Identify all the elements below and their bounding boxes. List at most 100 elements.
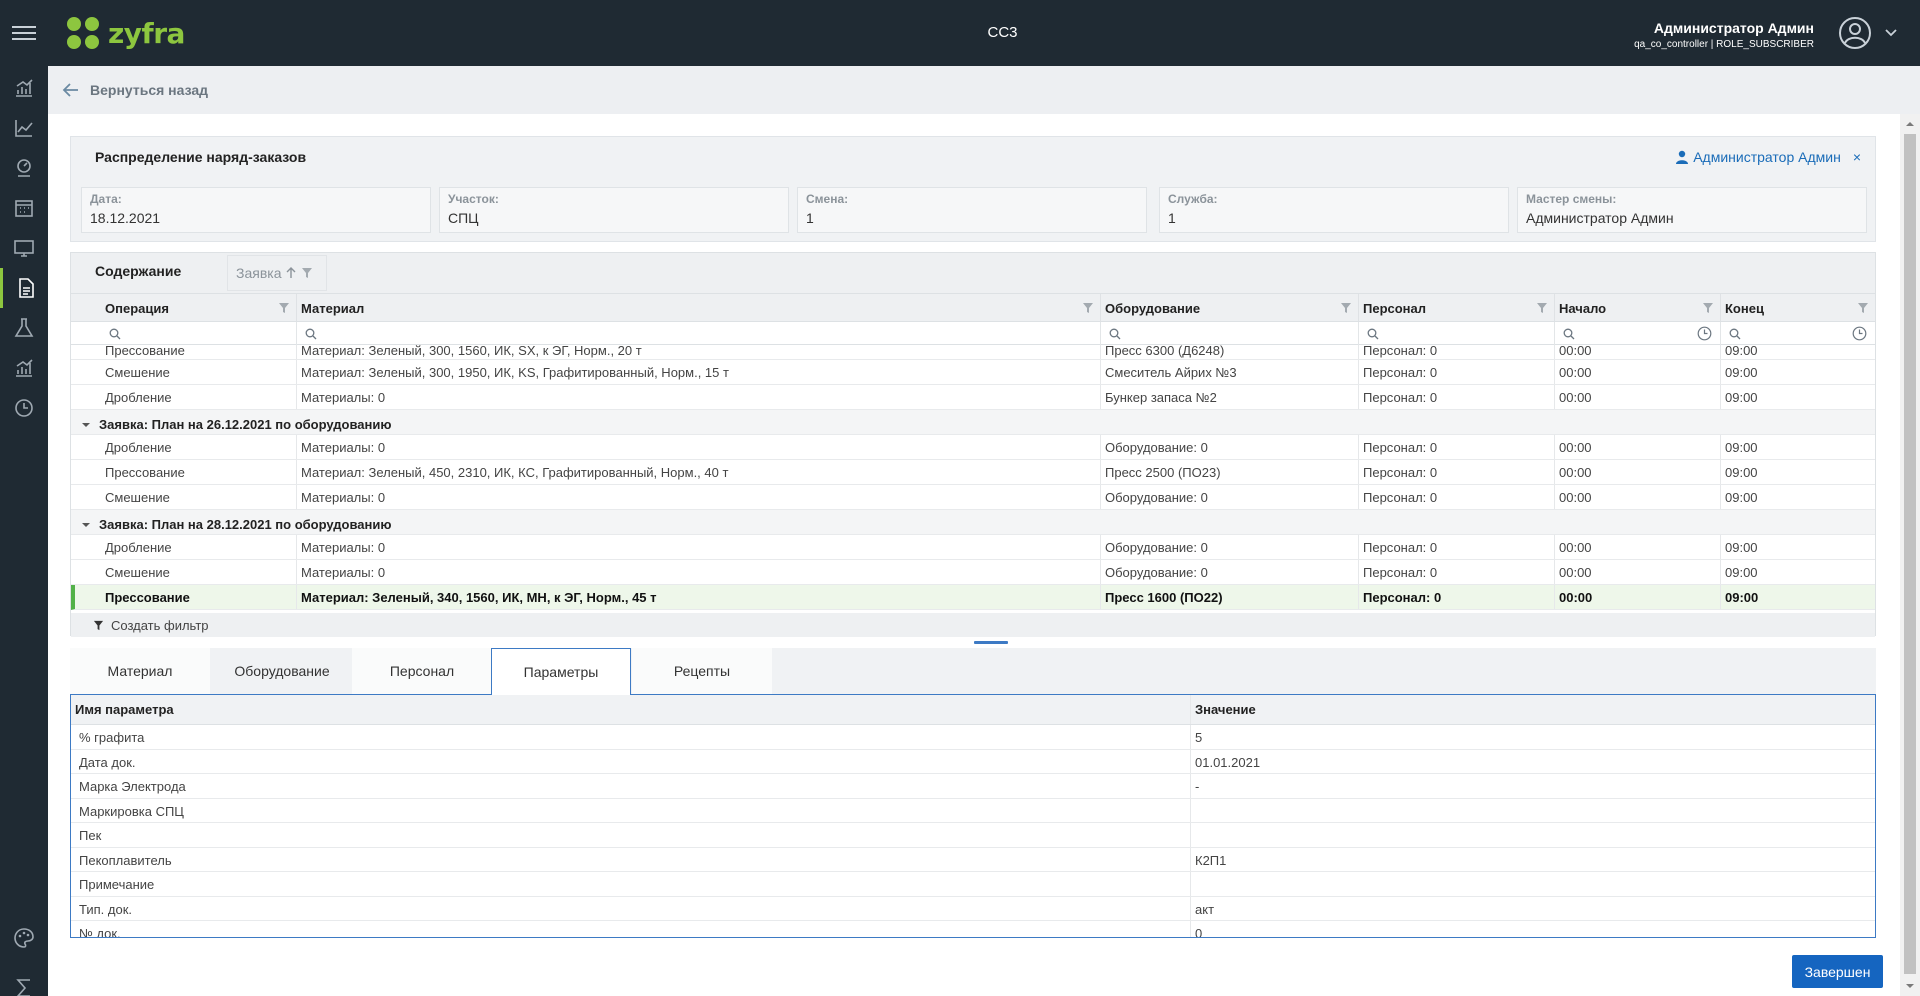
clock-icon[interactable] — [1697, 326, 1712, 341]
tab-equipment[interactable]: Оборудование — [212, 648, 352, 694]
assignee-chip[interactable]: Администратор Админ × — [1675, 149, 1861, 165]
collapse-icon[interactable] — [81, 520, 91, 530]
tab-recipes[interactable]: Рецепты — [632, 648, 772, 694]
table-row-selected[interactable]: Прессование Материал: Зеленый, 340, 1560… — [71, 585, 1875, 610]
rail-item-calendar[interactable] — [0, 188, 48, 228]
close-icon[interactable]: × — [1853, 149, 1861, 165]
table-row[interactable]: Прессование Материал: Зеленый, 450, 2310… — [71, 460, 1875, 485]
param-value[interactable]: 5 — [1191, 725, 1875, 749]
table-row[interactable]: Прессование Материал: Зеленый, 300, 1560… — [71, 345, 1875, 360]
cell-personnel: Персонал: 0 — [1359, 585, 1555, 609]
rail-item-monitor[interactable] — [0, 148, 48, 188]
grid-header-row: Операция Материал Оборудование Персонал … — [71, 293, 1875, 322]
user-info[interactable]: Администратор Админ qa_co_controller | R… — [1634, 20, 1814, 50]
col-material[interactable]: Материал — [297, 294, 1101, 322]
rail-item-lab[interactable] — [0, 308, 48, 348]
table-row[interactable]: Пекоплавитель К2П1 — [71, 847, 1875, 872]
col-start[interactable]: Начало — [1555, 294, 1721, 322]
filter-material[interactable] — [297, 322, 1101, 345]
column-filter-icon[interactable] — [1340, 302, 1352, 314]
monitor-weight-icon — [17, 159, 31, 177]
cell-start: 00:00 — [1555, 360, 1721, 384]
column-filter-icon[interactable] — [278, 302, 290, 314]
date-label: Дата: — [90, 192, 122, 206]
cell-personnel: Персонал: 0 — [1359, 360, 1555, 384]
param-value[interactable]: - — [1191, 774, 1875, 798]
table-row[interactable]: Дробление Материалы: 0 Оборудование: 0 П… — [71, 535, 1875, 560]
param-value[interactable] — [1191, 823, 1875, 847]
column-filter-icon[interactable] — [1536, 302, 1548, 314]
tab-personnel[interactable]: Персонал — [352, 648, 492, 694]
scrollbar-thumb[interactable] — [1904, 134, 1916, 974]
filter-equipment[interactable] — [1101, 322, 1359, 345]
rail-item-desktop[interactable] — [0, 228, 48, 268]
column-filter-icon[interactable] — [1082, 302, 1094, 314]
filter-personnel[interactable] — [1359, 322, 1555, 345]
sort-asc-icon[interactable] — [285, 267, 297, 279]
scroll-down-icon[interactable] — [1904, 980, 1916, 992]
filter-icon[interactable] — [301, 267, 313, 279]
table-row[interactable]: Марка Электрода - — [71, 774, 1875, 799]
collapse-icon[interactable] — [81, 420, 91, 430]
param-value[interactable]: 0 — [1191, 921, 1875, 937]
col-param-name[interactable]: Имя параметра — [71, 695, 1191, 724]
group-by-chip[interactable]: Заявка — [227, 255, 327, 291]
menu-icon[interactable] — [12, 22, 36, 42]
clock-icon[interactable] — [1852, 326, 1867, 341]
rail-item-line-chart[interactable] — [0, 108, 48, 148]
chevron-down-icon[interactable] — [1884, 26, 1898, 40]
arrow-left-icon — [62, 83, 78, 97]
filter-start[interactable] — [1555, 322, 1721, 345]
column-filter-icon[interactable] — [1857, 302, 1869, 314]
col-equipment[interactable]: Оборудование — [1101, 294, 1359, 322]
service-value: 1 — [1168, 210, 1176, 226]
table-row[interactable]: Смешение Материалы: 0 Оборудование: 0 Пе… — [71, 485, 1875, 510]
column-filter-icon[interactable] — [1702, 302, 1714, 314]
group-row[interactable]: Заявка: План на 26.12.2021 по оборудован… — [71, 410, 1875, 435]
table-row[interactable]: Дробление Материалы: 0 Бункер запаса №2 … — [71, 385, 1875, 410]
col-operation[interactable]: Операция — [71, 294, 297, 322]
section-value: СПЦ — [448, 210, 479, 226]
table-row[interactable]: Смешение Материалы: 0 Оборудование: 0 Пе… — [71, 560, 1875, 585]
panel-splitter[interactable] — [974, 641, 1008, 644]
group-row[interactable]: Заявка: План на 28.12.2021 по оборудован… — [71, 510, 1875, 535]
rail-item-palette[interactable] — [0, 918, 48, 958]
create-filter-button[interactable]: Создать фильтр — [71, 613, 1875, 637]
filter-operation[interactable] — [71, 322, 297, 345]
col-end[interactable]: Конец — [1721, 294, 1875, 322]
filter-end[interactable] — [1721, 322, 1875, 345]
tab-material[interactable]: Материал — [70, 648, 210, 694]
table-row[interactable]: № док. 0 — [71, 921, 1875, 937]
rail-item-dashboard[interactable] — [0, 68, 48, 108]
table-row[interactable]: Пек — [71, 823, 1875, 848]
user-avatar-icon[interactable] — [1838, 16, 1872, 50]
table-row[interactable]: Дробление Материалы: 0 Оборудование: 0 П… — [71, 435, 1875, 460]
cell-personnel: Персонал: 0 — [1359, 345, 1555, 359]
param-value[interactable]: К2П1 — [1191, 848, 1875, 872]
detail-tabs: Материал Оборудование Персонал Параметры… — [70, 648, 1876, 695]
tab-parameters[interactable]: Параметры — [491, 648, 631, 695]
complete-button[interactable]: Завершен — [1792, 955, 1883, 988]
param-value[interactable] — [1191, 872, 1875, 896]
param-value[interactable]: 01.01.2021 — [1191, 750, 1875, 774]
table-row[interactable]: Дата док. 01.01.2021 — [71, 749, 1875, 774]
rail-item-documents[interactable] — [0, 268, 48, 308]
param-value[interactable] — [1191, 799, 1875, 823]
table-row[interactable]: % графита 5 — [71, 725, 1875, 750]
cell-end: 09:00 — [1725, 540, 1758, 555]
page-scrollbar[interactable] — [1900, 114, 1920, 996]
col-personnel[interactable]: Персонал — [1359, 294, 1555, 322]
rail-item-analytics[interactable] — [0, 348, 48, 388]
table-row[interactable]: Примечание — [71, 872, 1875, 897]
table-row[interactable]: Смешение Материал: Зеленый, 300, 1950, И… — [71, 360, 1875, 385]
cell-personnel: Персонал: 0 — [1359, 485, 1555, 509]
rail-item-sum[interactable] — [0, 968, 48, 996]
param-value[interactable]: акт — [1191, 897, 1875, 921]
scroll-up-icon[interactable] — [1904, 118, 1916, 130]
table-row[interactable]: Тип. док. акт — [71, 896, 1875, 921]
col-param-value[interactable]: Значение — [1191, 695, 1875, 724]
back-link[interactable]: Вернуться назад — [62, 81, 208, 99]
order-header-card: Распределение наряд-заказов Администрато… — [70, 136, 1876, 242]
rail-item-history[interactable] — [0, 388, 48, 428]
table-row[interactable]: Маркировка СПЦ — [71, 798, 1875, 823]
